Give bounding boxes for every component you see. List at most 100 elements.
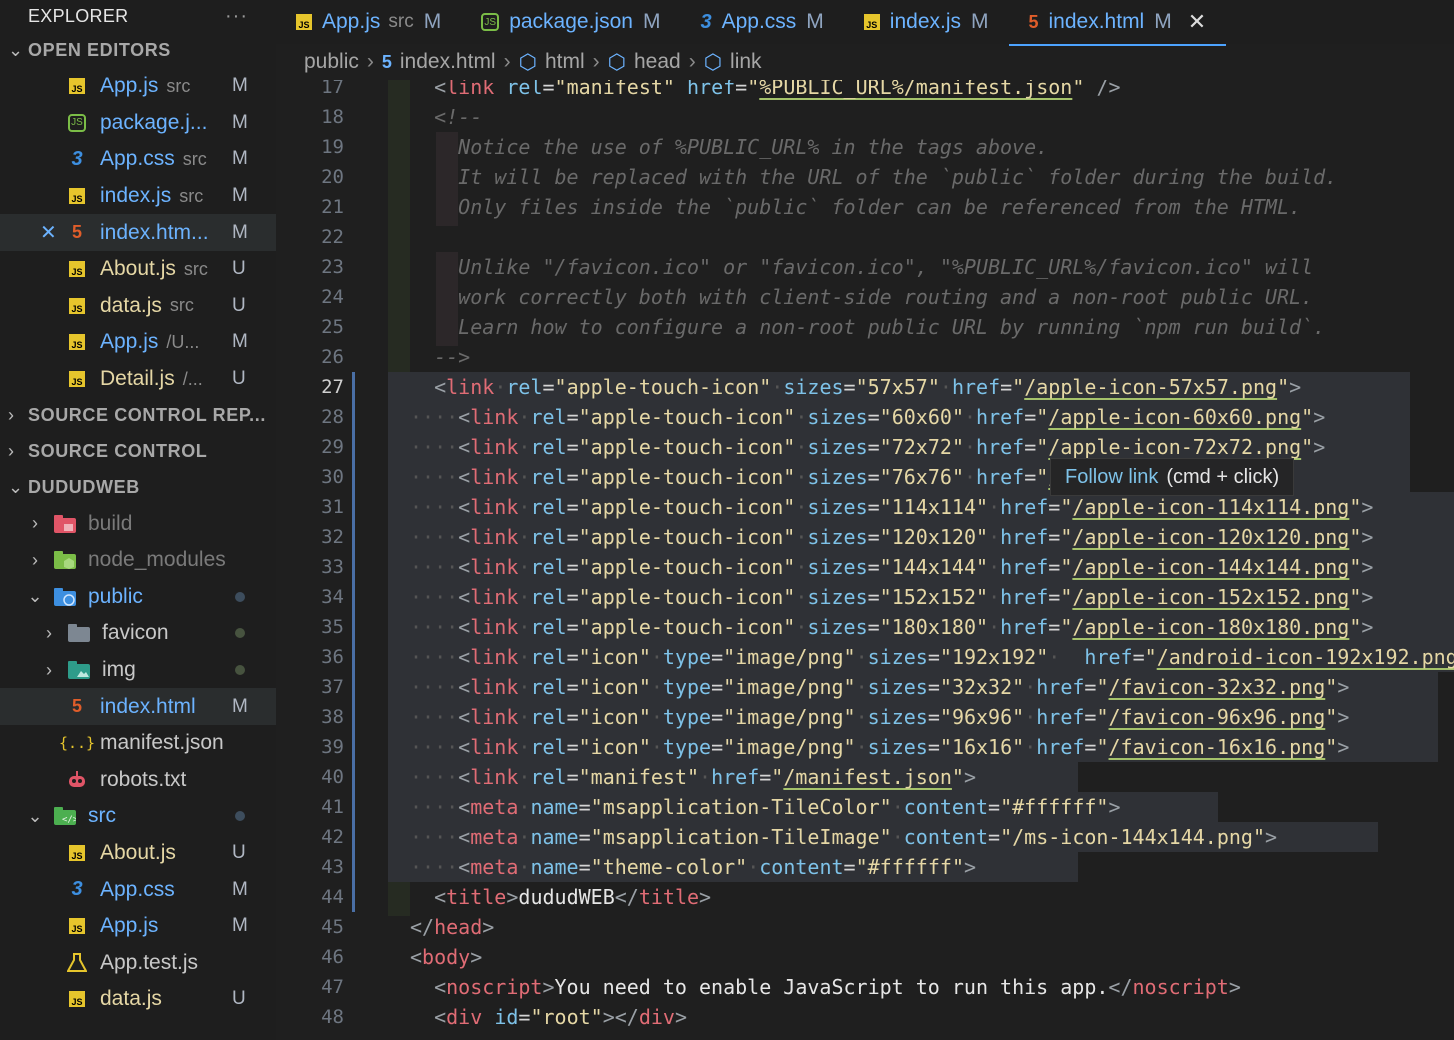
code-line[interactable]: 37 ····<link·rel="icon"·type="image/png"·… [276, 672, 1454, 702]
code-line[interactable]: 23 Unlike "/favicon.ico" or "favicon.ico… [276, 252, 1454, 282]
code-line[interactable]: 39 ····<link·rel="icon"·type="image/png"·… [276, 732, 1454, 762]
open-editor-item[interactable]: JS index.js src M [0, 178, 276, 215]
git-status-badge: M [423, 10, 442, 33]
open-editor-item[interactable]: JS Detail.js /... U [0, 361, 276, 398]
code-line[interactable]: 48 <div id="root"></div> [276, 1002, 1454, 1032]
tree-item-node-modules[interactable]: › node_modules [0, 542, 276, 579]
code-line[interactable]: 33 ····<link·rel="apple-touch-icon"·sizes… [276, 552, 1454, 582]
link-href[interactable]: /favicon-32x32.png [1109, 675, 1326, 699]
code-line[interactable]: 36 ····<link·rel="icon"·type="image/png"·… [276, 642, 1454, 672]
follow-link-action[interactable]: Follow link [1065, 466, 1158, 489]
line-number: 17 [321, 80, 344, 98]
link-href[interactable]: /apple-icon-144x144.png [1072, 555, 1349, 579]
link-href[interactable]: /favicon-96x96.png [1109, 705, 1326, 729]
code-line[interactable]: 26 --> [276, 342, 1454, 372]
tab-package-json[interactable]: JS package.json M [461, 0, 680, 44]
tree-item-img[interactable]: › img [0, 652, 276, 689]
open-editors-section[interactable]: ⌄ OPEN EDITORS [0, 32, 276, 68]
tree-item-favicon[interactable]: › favicon [0, 615, 276, 652]
source-control-section[interactable]: › SOURCE CONTROL [0, 433, 276, 469]
javascript-icon: JS [66, 915, 88, 937]
code-line[interactable]: 38 ····<link·rel="icon"·type="image/png"·… [276, 702, 1454, 732]
breadcrumb-item-head[interactable]: head [634, 50, 681, 74]
tree-item-src[interactable]: ⌄ </> src [0, 798, 276, 835]
open-editor-item[interactable]: JS App.js/U... M [0, 324, 276, 361]
tree-item-build[interactable]: › build [0, 505, 276, 542]
chevron-down-icon: ⌄ [8, 476, 24, 497]
open-editor-item[interactable]: JS data.js src U [0, 288, 276, 325]
code-line[interactable]: 31 ····<link·rel="apple-touch-icon"·sizes… [276, 492, 1454, 522]
open-editor-item[interactable]: ✕ 5 index.htm... M [0, 214, 276, 251]
link-href[interactable]: /apple-icon-60x60.png [1048, 405, 1301, 429]
tree-item-public[interactable]: ⌄ public [0, 579, 276, 616]
code-text: ····<link·rel="icon"·type="image/png"·si… [410, 642, 1454, 672]
link-href[interactable]: /apple-icon-72x72.png [1048, 435, 1301, 459]
code-line[interactable]: 44 <title>dududWEB</title> [276, 882, 1454, 912]
chevron-down-icon: ⌄ [27, 805, 43, 826]
breadcrumb-item-link[interactable]: link [730, 50, 762, 74]
code-line[interactable]: 34 ····<link·rel="apple-touch-icon"·sizes… [276, 582, 1454, 612]
tree-item-manifest-json[interactable]: {..} manifest.json [0, 725, 276, 762]
breadcrumb-item-html[interactable]: html [545, 50, 585, 74]
code-line[interactable]: 35 ····<link·rel="apple-touch-icon"·sizes… [276, 612, 1454, 642]
link-href[interactable]: /apple-icon-57x57.png [1024, 375, 1277, 399]
line-number: 24 [321, 286, 344, 308]
breadcrumb-item-index-html[interactable]: index.html [400, 50, 496, 74]
close-icon[interactable]: ✕ [40, 220, 57, 245]
link-href[interactable]: /apple-icon-180x180.png [1072, 615, 1349, 639]
breadcrumb-item-public[interactable]: public [304, 50, 359, 74]
tab-index-js[interactable]: JS index.js M [844, 0, 1009, 44]
more-actions-icon[interactable]: ··· [225, 5, 248, 28]
tree-item-app-js[interactable]: JS App.js M [0, 908, 276, 945]
code-editor[interactable]: 17 <link rel="manifest" href="%PUBLIC_UR… [276, 80, 1454, 1040]
tab-app-js[interactable]: JS App.js src M [276, 0, 461, 44]
tree-item-robots-txt[interactable]: robots.txt [0, 762, 276, 799]
code-line[interactable]: 24 work correctly both with client-side … [276, 282, 1454, 312]
code-line[interactable]: 27 <link·rel="apple-touch-icon"·sizes="5… [276, 372, 1454, 402]
code-text: Unlike "/favicon.ico" or "favicon.ico", … [410, 252, 1313, 282]
tree-item-about-js[interactable]: JS About.js U [0, 835, 276, 872]
open-editor-item[interactable]: JS About.js src U [0, 251, 276, 288]
code-line[interactable]: 40 ····<link·rel="manifest"·href="/manife… [276, 762, 1454, 792]
code-line[interactable]: 43 ····<meta·name="theme-color"·content="… [276, 852, 1454, 882]
code-line[interactable]: 32 ····<link·rel="apple-touch-icon"·sizes… [276, 522, 1454, 552]
open-editor-item[interactable]: JS App.js src M [0, 68, 276, 105]
code-line[interactable]: 22 [276, 222, 1454, 252]
code-line[interactable]: 17 <link rel="manifest" href="%PUBLIC_UR… [276, 80, 1454, 102]
open-editor-item[interactable]: 3 App.css src M [0, 141, 276, 178]
link-href[interactable]: /android-icon-192x192.png [1157, 645, 1454, 669]
link-href[interactable]: /manifest.json [783, 765, 952, 789]
open-editor-item[interactable]: JS package.j... M [0, 105, 276, 142]
link-href[interactable]: /apple-icon-114x114.png [1072, 495, 1349, 519]
code-line[interactable]: 42 ····<meta·name="msapplication-TileImag… [276, 822, 1454, 852]
code-line[interactable]: 47 <noscript>You need to enable JavaScri… [276, 972, 1454, 1002]
tree-item-data-js[interactable]: JS data.js U [0, 981, 276, 1018]
link-href[interactable]: /favicon-16x16.png [1109, 735, 1326, 759]
link-href[interactable]: /apple-icon-152x152.png [1072, 585, 1349, 609]
code-line[interactable]: 28 ····<link·rel="apple-touch-icon"·sizes… [276, 402, 1454, 432]
link-href[interactable]: /apple-icon-120x120.png [1072, 525, 1349, 549]
line-number: 26 [321, 346, 344, 368]
tab-label: App.js [322, 10, 381, 33]
tree-item-index-html[interactable]: 5 index.html M [0, 688, 276, 725]
tree-item-app-css[interactable]: 3 App.css M [0, 871, 276, 908]
code-line[interactable]: 25 Learn how to configure a non-root pub… [276, 312, 1454, 342]
code-line[interactable]: 19 Notice the use of %PUBLIC_URL% in the… [276, 132, 1454, 162]
code-line[interactable]: 20 It will be replaced with the URL of t… [276, 162, 1454, 192]
code-line[interactable]: 41 ····<meta·name="msapplication-TileColo… [276, 792, 1454, 822]
line-number: 38 [321, 706, 344, 728]
code-line[interactable]: 45 </head> [276, 912, 1454, 942]
open-editor-path: src [169, 295, 194, 316]
tree-item-app-test-js[interactable]: App.test.js [0, 944, 276, 981]
tab-app-css[interactable]: 3 App.css M [680, 0, 843, 44]
source-control-repositories-section[interactable]: › SOURCE CONTROL REP... [0, 397, 276, 433]
close-icon[interactable]: ✕ [1188, 9, 1206, 35]
line-number: 42 [321, 826, 344, 848]
tab-index-html[interactable]: 5 index.html M ✕ [1008, 0, 1227, 46]
link-href[interactable]: %PUBLIC_URL%/manifest.json [759, 80, 1072, 99]
code-line[interactable]: 21 Only files inside the `public` folder… [276, 192, 1454, 222]
workspace-section[interactable]: ⌄ DUDUDWEB [0, 469, 276, 505]
attr-value: 76x76 [891, 465, 952, 489]
code-line[interactable]: 18 <!-- [276, 102, 1454, 132]
code-line[interactable]: 46 <body> [276, 942, 1454, 972]
